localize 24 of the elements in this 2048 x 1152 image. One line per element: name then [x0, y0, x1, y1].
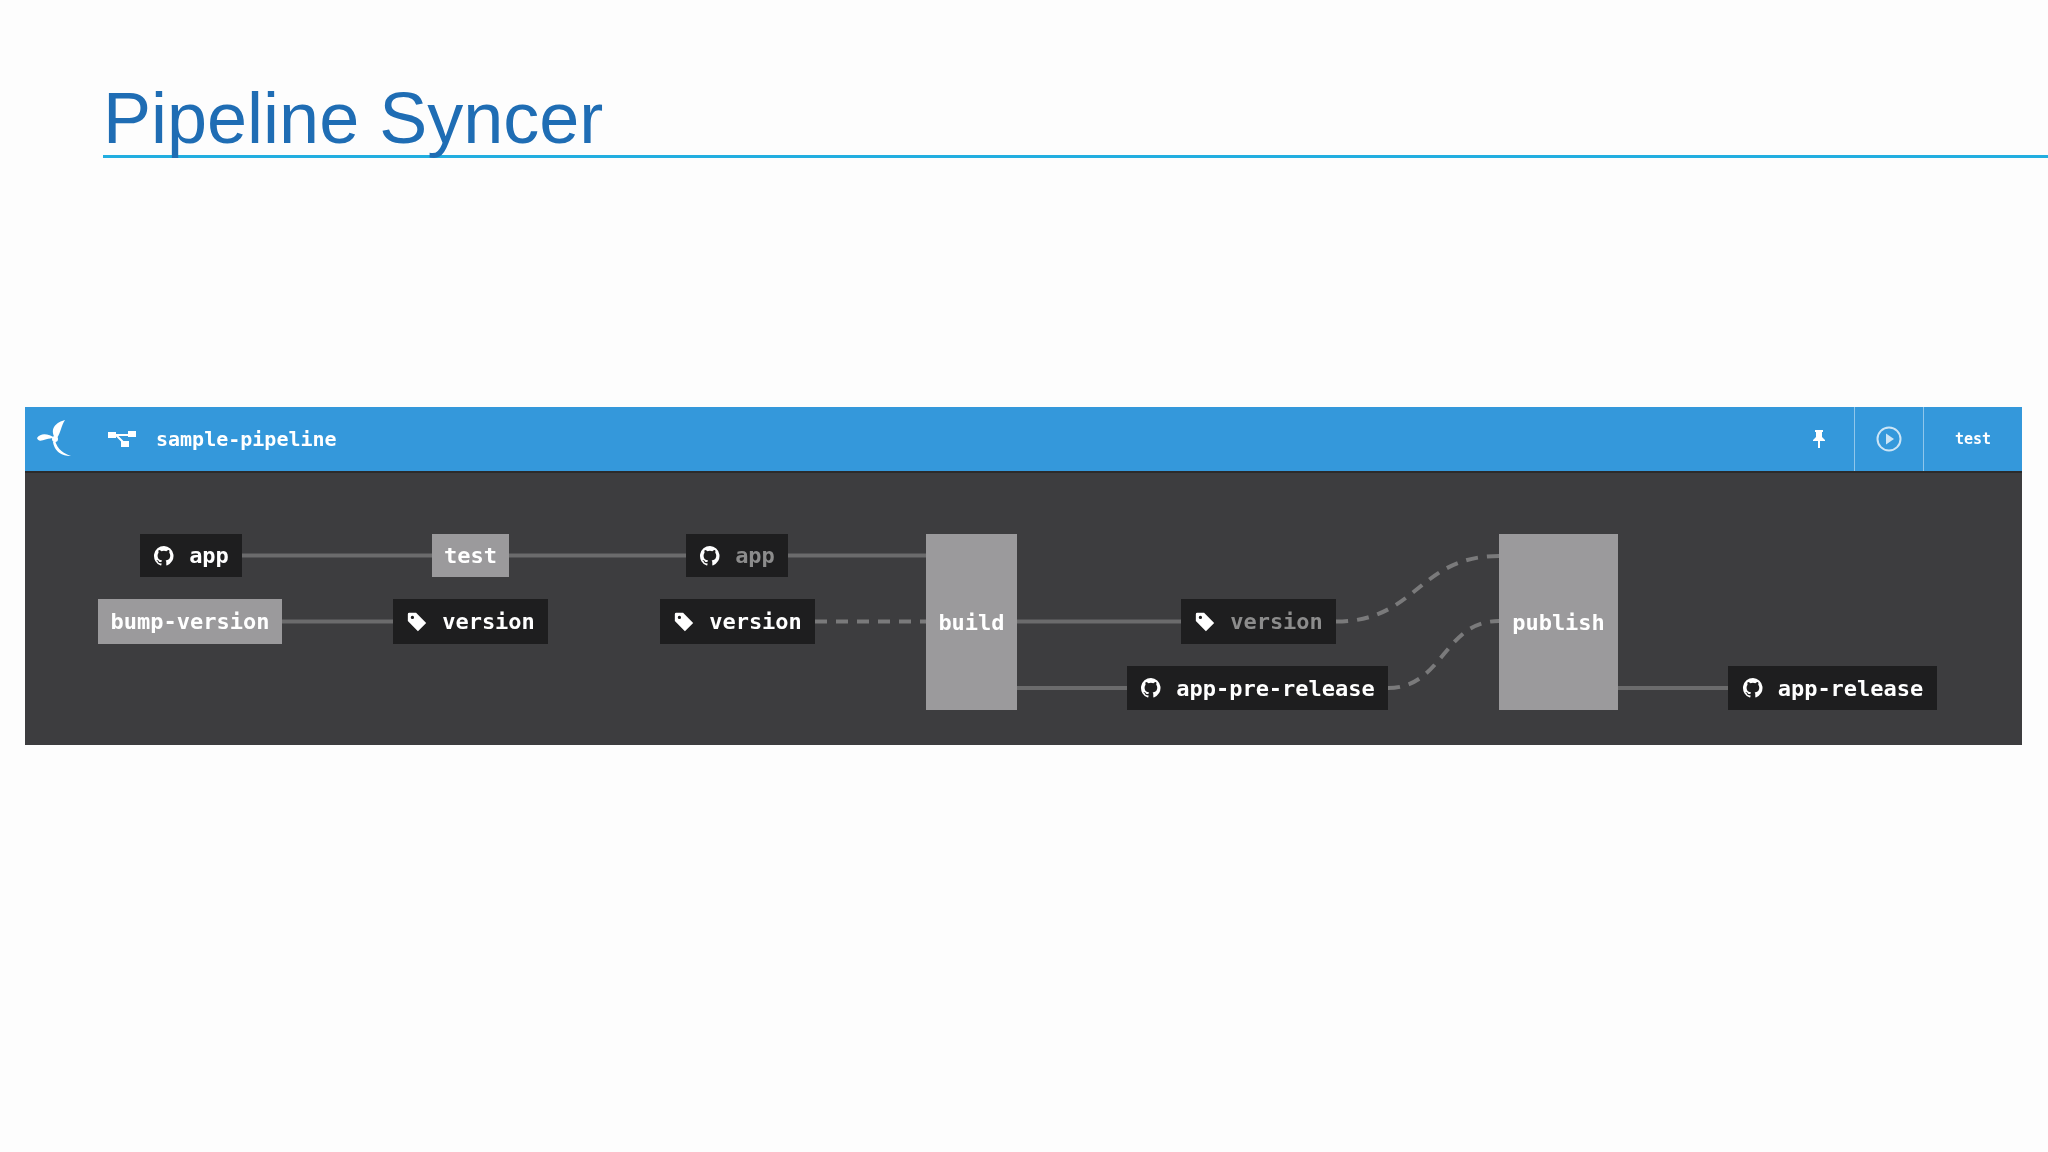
resource-node[interactable]: app — [140, 534, 242, 577]
cat-head-icon — [1140, 677, 1163, 699]
tag-icon — [673, 610, 696, 633]
resource-node[interactable]: version — [660, 599, 815, 644]
pin-icon[interactable] — [1813, 430, 1825, 448]
job-node[interactable]: bump-version — [98, 599, 282, 644]
pipeline-name[interactable]: sample-pipeline — [156, 427, 337, 451]
resource-node[interactable]: app-release — [1728, 666, 1937, 710]
resource-node[interactable]: version — [1181, 599, 1336, 644]
node-graph-icon — [108, 429, 136, 449]
job-node[interactable]: build — [926, 534, 1017, 710]
job-node[interactable]: test — [432, 534, 509, 577]
cat-head-icon — [153, 544, 176, 567]
slide-title: Pipeline Syncer — [103, 78, 604, 158]
job-node[interactable]: publish — [1499, 534, 1618, 710]
resource-node[interactable]: app — [686, 534, 788, 577]
cat-head-icon — [699, 544, 722, 567]
resource-node[interactable]: version — [393, 599, 548, 644]
user-menu[interactable]: test — [1954, 430, 1992, 448]
resource-node[interactable]: app-pre-release — [1127, 666, 1388, 710]
play-icon[interactable] — [1876, 426, 1902, 452]
tag-icon — [1194, 610, 1217, 633]
cat-head-icon — [1741, 677, 1764, 699]
tag-icon — [406, 610, 429, 633]
